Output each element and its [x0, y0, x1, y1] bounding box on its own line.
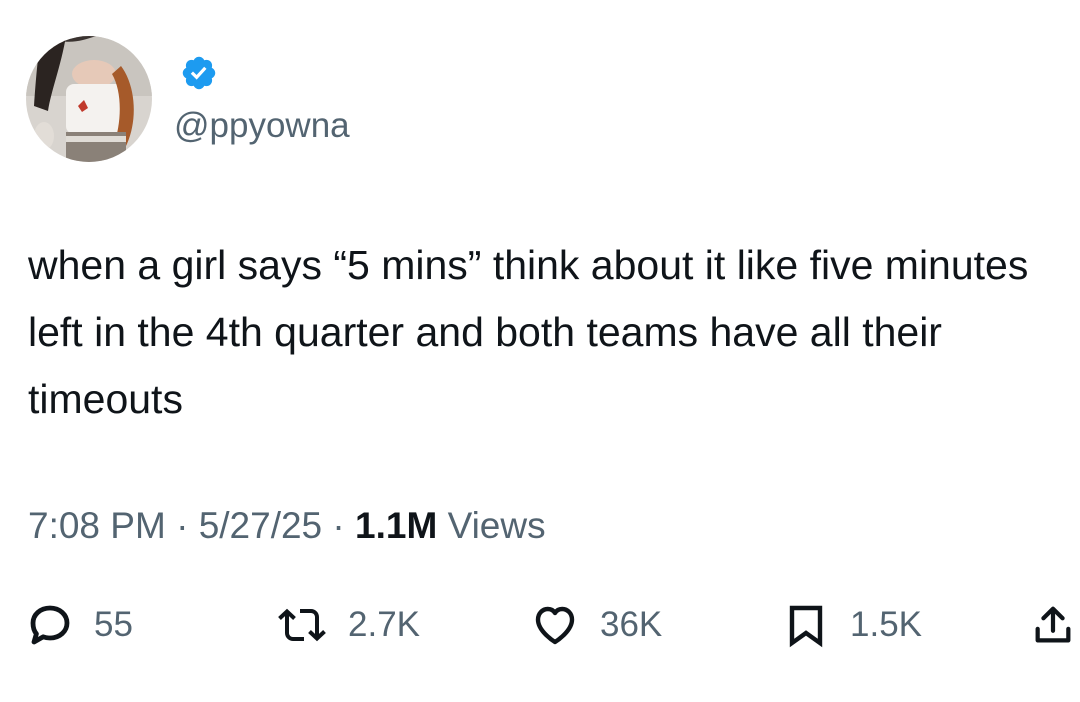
retweet-count: 2.7K: [348, 605, 420, 644]
avatar[interactable]: [26, 36, 152, 162]
share-icon: [1035, 606, 1071, 643]
retweet-icon: [278, 608, 326, 642]
meta-separator: ·: [332, 505, 345, 546]
bookmark-button[interactable]: 1.5K: [782, 590, 922, 660]
reply-icon: [30, 605, 70, 645]
tweet-header: @ppyowna: [26, 36, 414, 162]
like-count: 36K: [600, 605, 663, 644]
action-bar: 55 2.7K 36K 1.5K: [0, 590, 1080, 660]
bookmark-count: 1.5K: [850, 605, 922, 644]
tweet-meta: 7:08 PM · 5/27/25 · 1.1M Views: [28, 505, 546, 547]
like-button[interactable]: 36K: [530, 590, 662, 660]
author-identity: @ppyowna: [174, 36, 414, 162]
like-icon: [535, 606, 575, 645]
reply-count: 55: [94, 605, 133, 644]
views-count[interactable]: 1.1M: [355, 505, 437, 546]
tweet-time[interactable]: 7:08 PM: [28, 505, 166, 546]
verified-badge-icon: [182, 56, 216, 90]
retweet-button[interactable]: 2.7K: [276, 590, 420, 660]
tweet-card: @ppyowna when a girl says “5 mins” think…: [0, 0, 1080, 702]
tweet-text: when a girl says “5 mins” think about it…: [28, 242, 1029, 422]
tweet-date[interactable]: 5/27/25: [199, 505, 322, 546]
bookmark-icon: [789, 605, 823, 648]
views-label: Views: [447, 505, 546, 546]
author-handle[interactable]: @ppyowna: [174, 106, 350, 146]
reply-button[interactable]: 55: [26, 590, 133, 660]
meta-separator: ·: [176, 505, 189, 546]
share-button[interactable]: [1030, 590, 1076, 660]
